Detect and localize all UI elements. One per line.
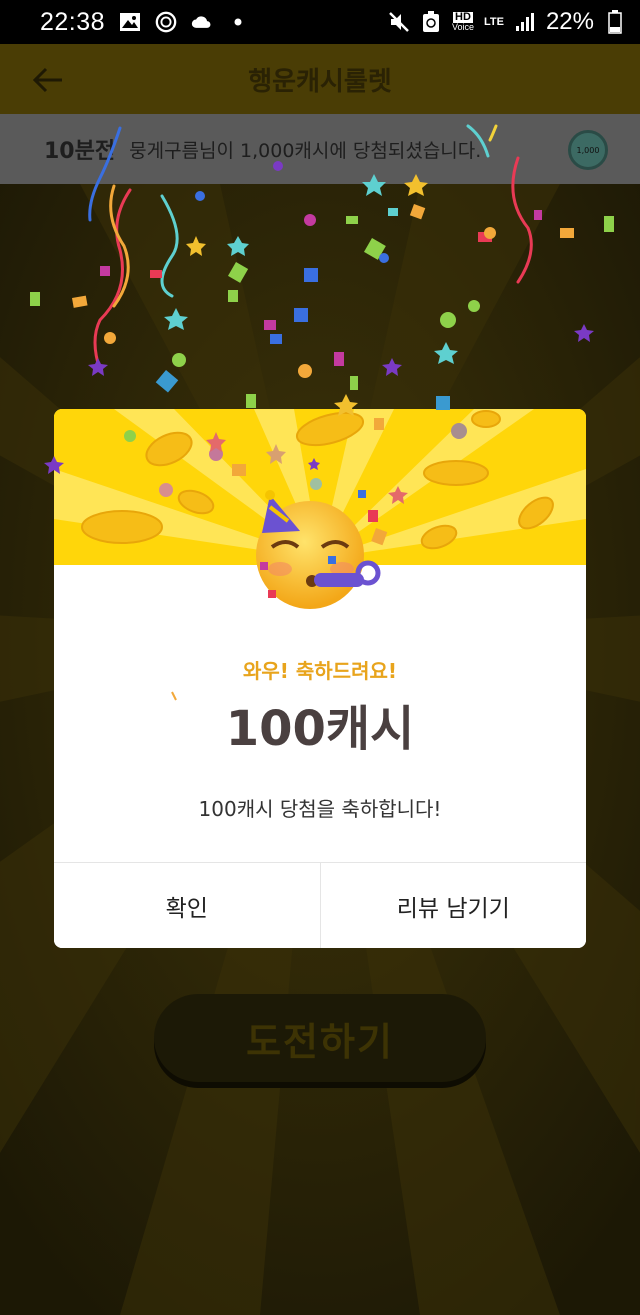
back-arrow-icon[interactable] [30,62,66,98]
gallery-icon [119,11,141,33]
winner-ticker: 10분전 뭉게구름님이 1,000캐시에 당첨되셨습니다. 1,000 [0,114,640,184]
party-face-emoji-icon [250,481,390,621]
cloud-icon [191,11,213,33]
coin-badge-label: 1,000 [576,145,600,155]
battery-icon [604,10,626,34]
mute-icon [388,11,410,33]
ticker-message: 뭉게구름님이 1,000캐시에 당첨되셨습니다. [129,139,482,162]
network-type-label: LTE [483,16,504,28]
page-title: 행운캐시룰렛 [248,66,392,97]
notification-dot-icon [227,11,249,33]
coin-badge-icon: 1,000 [568,130,608,170]
reward-message: 100캐시 당첨을 축하합니다! [198,797,442,821]
battery-percent: 22% [545,8,594,35]
status-time: 22:38 [40,7,106,36]
congrats-text: 와우! 축하드려요! [242,659,397,683]
recycle-icon [420,11,442,33]
hd-voice-icon: HD Voice [451,11,474,32]
challenge-button[interactable]: 도전하기 [154,994,486,1082]
dialog-footer: 확인 리뷰 남기기 [54,862,586,948]
confirm-button[interactable]: 확인 [54,863,320,948]
signal-icon [514,11,536,33]
status-bar: 22:38 HD Voice LTE 22% [0,0,640,44]
leave-review-button[interactable]: 리뷰 남기기 [319,863,586,948]
reward-amount: 100캐시 [225,701,415,757]
reward-dialog: 와우! 축하드려요! 100캐시 100캐시 당첨을 축하합니다! 확인 리뷰 … [54,409,586,948]
settings-gear-icon [155,11,177,33]
ticker-time: 10분전 [44,139,116,164]
app-bar: 행운캐시룰렛 [0,44,640,114]
